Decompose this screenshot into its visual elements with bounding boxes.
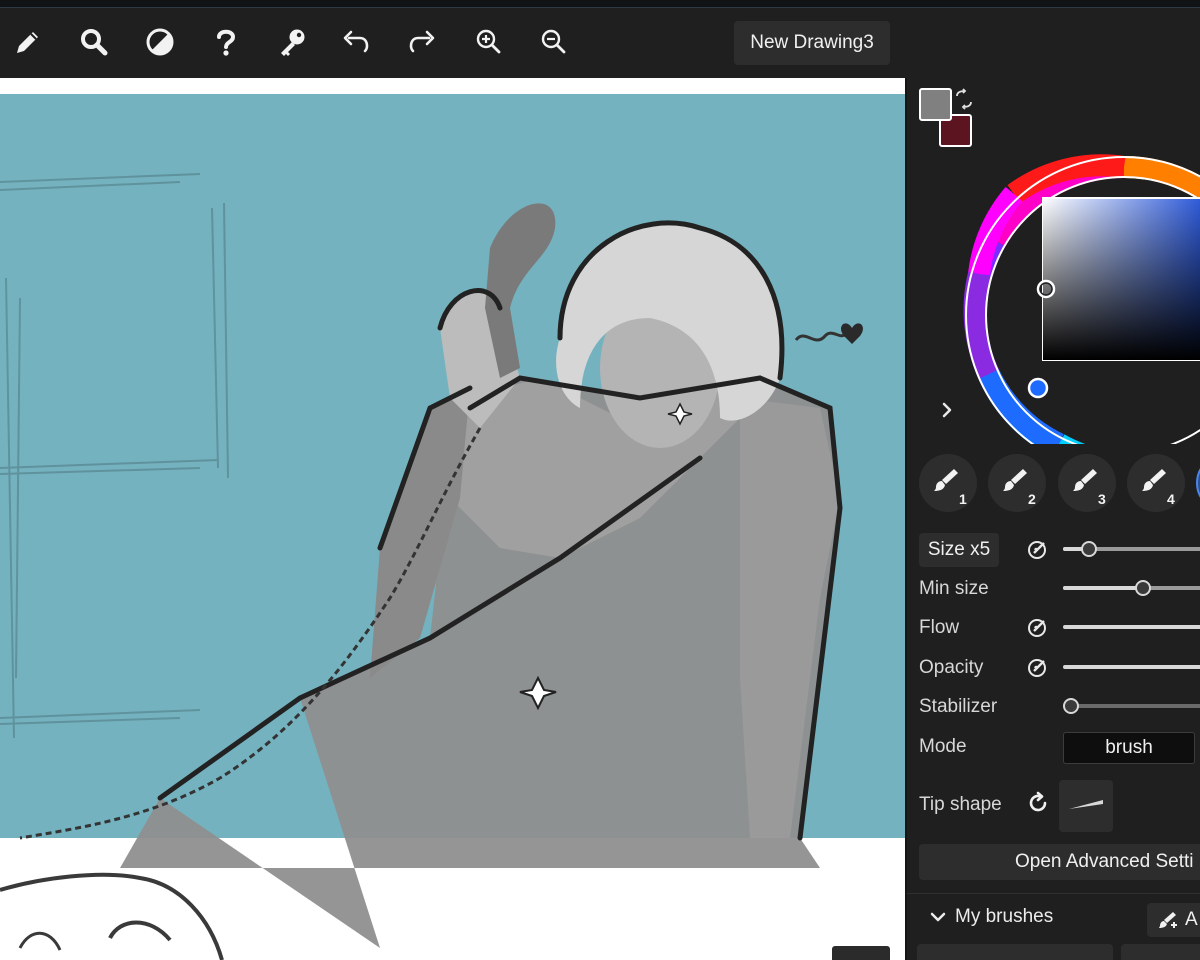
undo-icon[interactable] [336,23,376,61]
top-toolbar: New Drawing3 [0,9,1200,77]
chevron-down-icon [930,912,946,922]
color-wheel[interactable] [959,114,1200,444]
reset-icon[interactable] [1026,791,1050,815]
my-brush-item[interactable] [917,944,1113,960]
my-brush-item[interactable] [1121,944,1200,960]
min-size-slider-fill [1063,586,1143,590]
pressure-icon[interactable] [1026,617,1048,639]
size-multiplier-button[interactable]: Size x5 [919,533,999,567]
add-brush-button[interactable]: A [1147,903,1200,937]
tip-shape-preview[interactable] [1059,780,1113,832]
stabilizer-label: Stabilizer [919,696,998,717]
stabilizer-slider[interactable] [1063,704,1200,708]
section-divider [907,893,1200,894]
swap-colors-icon[interactable] [953,88,975,110]
zoom-out-icon[interactable] [533,23,573,61]
brush-icon [934,469,958,491]
flow-label: Flow [919,617,960,638]
my-brushes-title: My brushes [955,906,1054,927]
help-icon[interactable] [206,23,246,61]
key-icon[interactable] [272,23,312,61]
redo-icon[interactable] [402,23,442,61]
stabilizer-slider-knob[interactable] [1063,698,1079,714]
brush-icon [1003,469,1027,491]
brush-preset-number: 1 [959,491,967,507]
pencil-icon[interactable] [8,23,48,61]
brush-icon [1073,469,1097,491]
color-brush-panel: 1 2 3 4 Size x5 Min size Flow Opacity St… [905,78,1200,960]
min-size-label: Min size [919,578,989,599]
opacity-slider[interactable] [1063,665,1200,669]
opacity-label: Opacity [919,657,984,678]
artwork [0,94,905,960]
brush-preset-5[interactable] [1196,454,1200,512]
zoom-in-icon[interactable] [468,23,508,61]
brush-preset-2[interactable]: 2 [988,454,1046,512]
min-size-slider-knob[interactable] [1135,580,1151,596]
brush-icon [1142,469,1166,491]
open-advanced-settings-button[interactable]: Open Advanced Setti [919,844,1200,880]
search-icon[interactable] [74,23,114,61]
tip-shape-icon [1069,800,1103,809]
flow-slider[interactable] [1063,625,1200,629]
tip-shape-label: Tip shape [919,794,1002,815]
drawing-canvas[interactable] [0,78,905,960]
chevron-right-icon[interactable] [937,400,957,420]
brush-preset-1[interactable]: 1 [919,454,977,512]
pressure-icon[interactable] [1026,539,1048,561]
brush-preset-number: 2 [1028,491,1036,507]
mode-label: Mode [919,736,967,757]
canvas-corner-button[interactable] [832,946,890,960]
size-slider-knob[interactable] [1081,541,1097,557]
add-brush-icon [1159,912,1177,928]
contrast-icon[interactable] [140,23,180,61]
brush-preset-4[interactable]: 4 [1127,454,1185,512]
brush-preset-number: 3 [1098,491,1106,507]
my-brushes-toggle[interactable]: My brushes [929,906,1053,928]
brush-preset-3[interactable]: 3 [1058,454,1116,512]
brush-preset-number: 4 [1167,491,1175,507]
mode-select[interactable]: brush [1063,732,1195,764]
document-title-button[interactable]: New Drawing3 [734,21,890,65]
window-top-strip [0,0,1200,8]
pressure-icon[interactable] [1026,657,1048,679]
add-brush-label: A [1185,909,1198,930]
primary-color-swatch[interactable] [919,88,952,121]
